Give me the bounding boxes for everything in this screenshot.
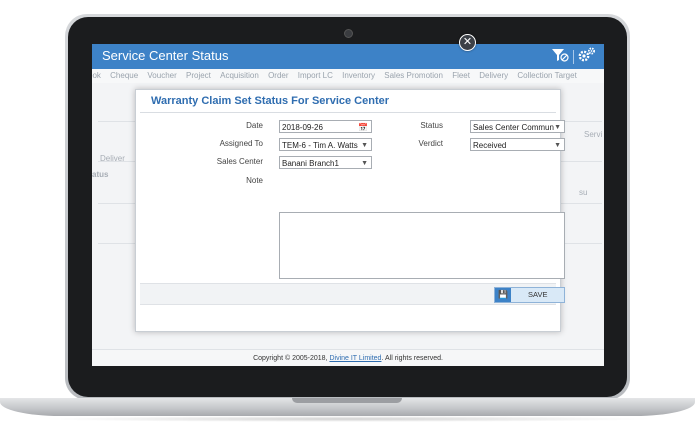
menu-item-sales-promotion[interactable]: Sales Promotion [384, 69, 443, 83]
menu-item-inventory[interactable]: Inventory [342, 69, 375, 83]
menu-item-order[interactable]: Order [268, 69, 288, 83]
status-value: Sales Center Commun [473, 123, 554, 132]
chevron-down-icon: ▼ [554, 124, 561, 131]
header-separator [573, 49, 574, 64]
filter-off-icon[interactable] [551, 48, 569, 66]
menu-item-cheque[interactable]: Cheque [110, 69, 138, 83]
copyright-prefix: Copyright © 2005-2018, [253, 355, 328, 362]
close-modal-icon[interactable]: ✕ [459, 34, 476, 51]
assigned-to-select[interactable]: TEM-6 - Tim A. Watts ▼ [279, 138, 372, 151]
chevron-down-icon: ▼ [361, 160, 368, 167]
menu-item-fleet[interactable]: Fleet [452, 69, 470, 83]
status-label: Status [420, 121, 443, 130]
settings-gears-icon[interactable] [578, 47, 596, 66]
menu-item-acquisition[interactable]: Acquisition [220, 69, 259, 83]
app-header: Service Center Status [92, 44, 604, 69]
save-disk-icon: 💾 [495, 288, 511, 302]
assigned-to-value: TEM-6 - Tim A. Watts [282, 141, 358, 150]
verdict-label: Verdict [418, 139, 443, 148]
menu-item-delivery[interactable]: Delivery [479, 69, 508, 83]
camera-icon [344, 29, 353, 38]
laptop-base-notch [292, 398, 402, 403]
menu-item-voucher[interactable]: Voucher [147, 69, 176, 83]
copyright-suffix: . All rights reserved. [381, 355, 443, 362]
company-link[interactable]: Divine IT Limited [329, 355, 381, 362]
background-label-su: su [579, 188, 588, 197]
modal-title-divider [140, 112, 556, 113]
status-select[interactable]: Sales Center Commun ▼ [470, 120, 565, 133]
calendar-icon[interactable]: 📅 [358, 121, 368, 132]
date-value: 2018-09-26 [282, 123, 323, 132]
set-status-modal: Warranty Claim Set Status For Service Ce… [135, 89, 565, 332]
verdict-value: Received [473, 141, 507, 150]
background-label-status: atus [92, 170, 109, 179]
sales-center-label: Sales Center [216, 157, 263, 166]
sales-center-select[interactable]: Banani Branch1 ▼ [279, 156, 372, 169]
save-button[interactable]: 💾 SAVE [494, 287, 565, 303]
header-icons [551, 47, 596, 66]
top-menu-bar: ook Cheque Voucher Project Acquisition O… [92, 69, 604, 83]
menu-item-book[interactable]: ook [92, 69, 101, 83]
background-label-servi: Servi [584, 130, 603, 139]
app-title: Service Center Status [102, 48, 229, 63]
date-label: Date [246, 121, 263, 130]
verdict-select[interactable]: Received ▼ [470, 138, 565, 151]
copyright-footer: Copyright © 2005-2018, Divine IT Limited… [92, 349, 604, 366]
save-button-label: SAVE [528, 290, 548, 299]
menu-item-project[interactable]: Project [186, 69, 211, 83]
chevron-down-icon: ▼ [361, 142, 368, 149]
assigned-to-label: Assigned To [219, 139, 263, 148]
modal-title: Warranty Claim Set Status For Service Ce… [151, 95, 390, 107]
background-label-deliver: Deliver [100, 154, 125, 163]
laptop-shadow [40, 416, 655, 422]
note-label: Note [246, 176, 263, 185]
chevron-down-icon: ▼ [554, 142, 561, 149]
menu-item-collection-target[interactable]: Collection Target [517, 69, 576, 83]
note-textarea[interactable] [279, 212, 565, 279]
date-field[interactable]: 2018-09-26 📅 [279, 120, 372, 133]
menu-item-import-lc[interactable]: Import LC [298, 69, 333, 83]
app-screen: Service Center Status ook C [92, 44, 604, 366]
sales-center-value: Banani Branch1 [282, 159, 339, 168]
